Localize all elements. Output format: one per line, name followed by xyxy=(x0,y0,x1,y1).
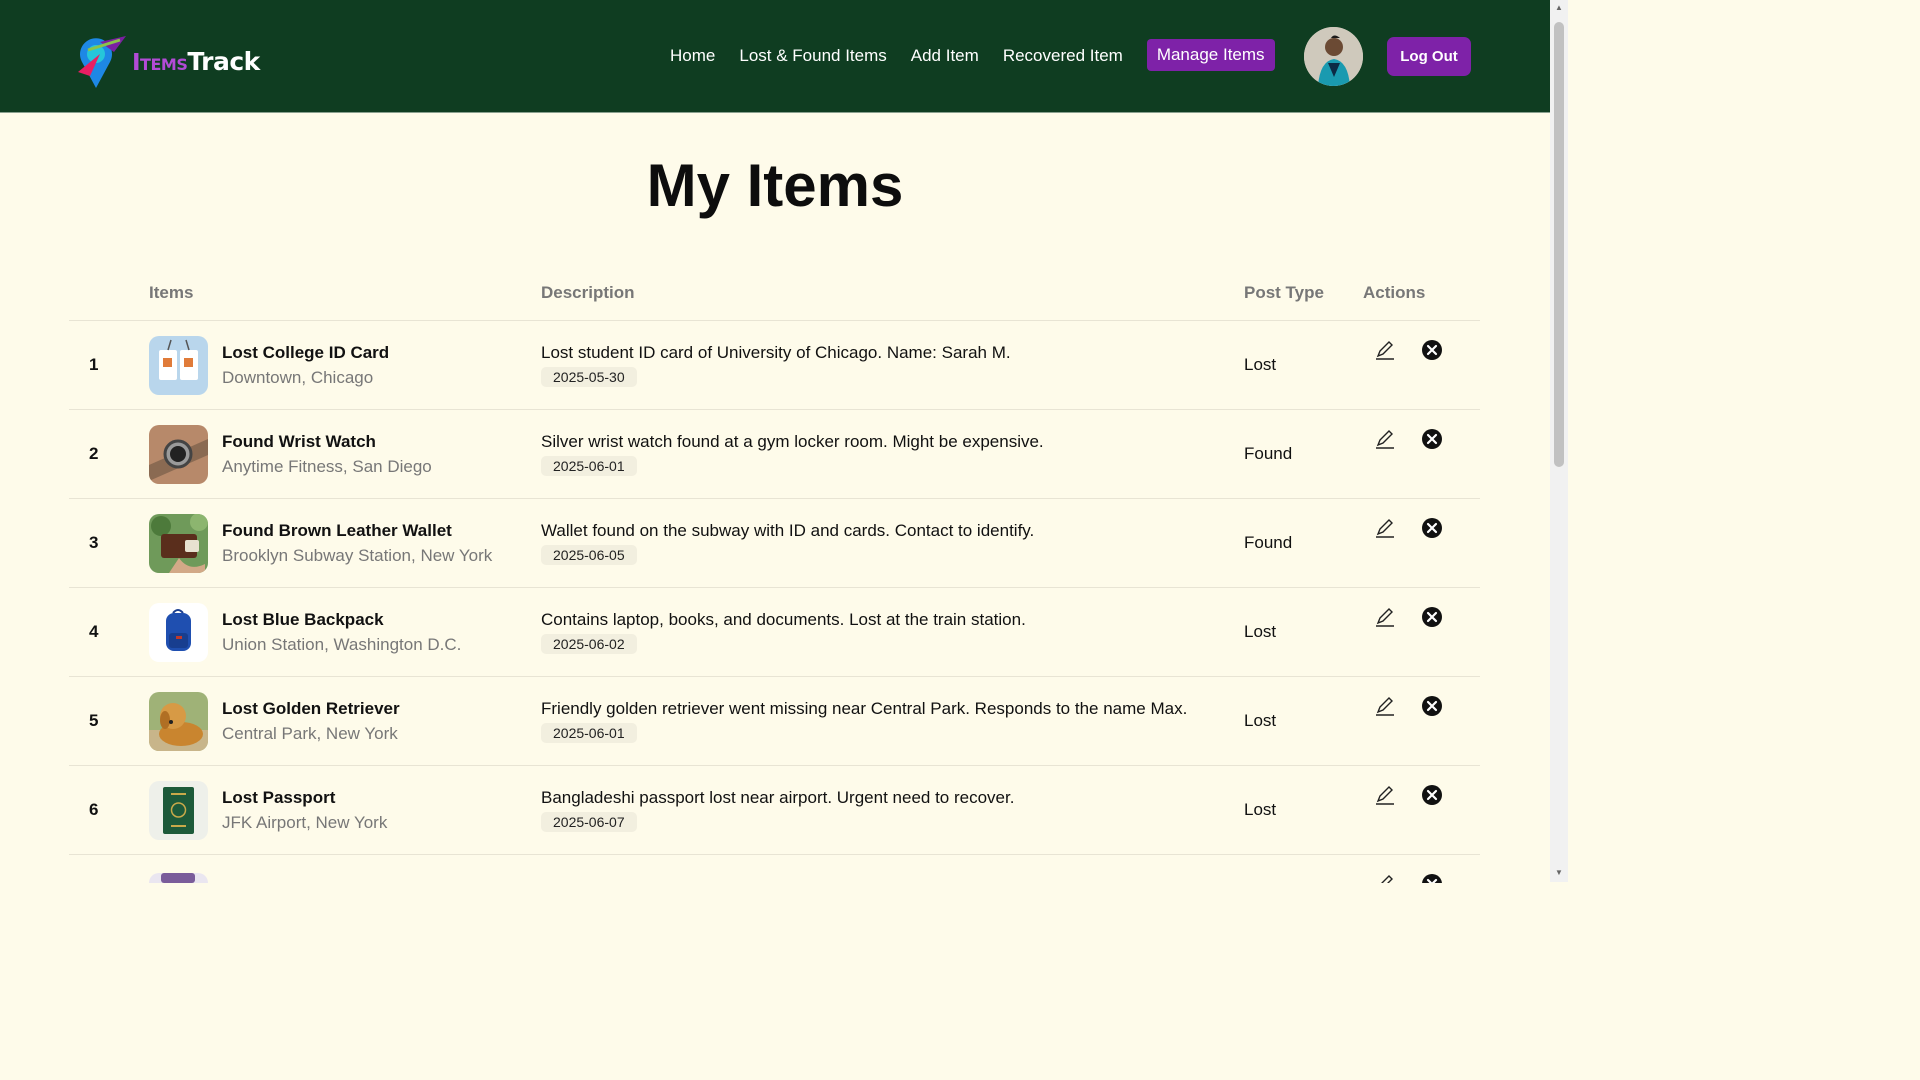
pencil-icon[interactable] xyxy=(1374,428,1396,450)
header-post-type: Post Type xyxy=(1244,283,1324,302)
item-post-type: Lost xyxy=(1244,800,1277,819)
page-title: My Items xyxy=(646,152,904,219)
item-date: 2025-06-07 xyxy=(541,812,637,832)
item-name: Lost Blue Backpack xyxy=(222,610,384,629)
item-name: Lost Golden Retriever xyxy=(222,699,400,718)
item-post-type: Lost xyxy=(1244,711,1277,730)
item-description: Silver wrist watch found at a gym locker… xyxy=(541,432,1044,451)
item-name: Found Wrist Watch xyxy=(222,432,376,451)
item-post-type: Found xyxy=(1244,444,1293,463)
scrollbar-thumb[interactable] xyxy=(1554,22,1564,467)
item-thumbnail xyxy=(149,425,208,484)
close-circle-icon[interactable] xyxy=(1421,428,1443,450)
close-circle-icon[interactable] xyxy=(1421,339,1443,361)
passport-icon xyxy=(149,781,208,840)
table-row: 5 Lost Golden Retriever Central Park, Ne… xyxy=(69,677,1480,766)
item-thumbnail xyxy=(149,781,208,840)
map-pin-rocket-icon xyxy=(78,36,126,88)
item-location: JFK Airport, New York xyxy=(222,813,388,832)
wrist-watch-icon xyxy=(149,425,208,484)
item-description: Friendly golden retriever went missing n… xyxy=(541,699,1188,718)
item-date: 2025-06-01 xyxy=(541,456,637,476)
row-number: 1 xyxy=(89,355,99,374)
item-post-type: Lost xyxy=(1244,622,1277,641)
scrollbar[interactable]: ▲ ▼ xyxy=(1550,0,1568,882)
brand-part2: Track xyxy=(187,46,260,76)
item-post-type: Found xyxy=(1244,533,1293,552)
pencil-icon[interactable] xyxy=(1374,517,1396,539)
backpack-icon xyxy=(149,603,208,662)
close-circle-icon[interactable] xyxy=(1421,695,1443,717)
pencil-icon[interactable] xyxy=(1374,606,1396,628)
nav-links: Home Lost & Found Items Add Item Recover… xyxy=(670,39,1299,71)
table-row: 2 Found Wrist Watch Anytime Fitness, San… xyxy=(69,410,1480,499)
item-thumbnail xyxy=(149,603,208,662)
row-number: 3 xyxy=(89,533,99,552)
logout-button[interactable]: Log Out xyxy=(1387,37,1471,76)
brand-part1: Items xyxy=(132,49,188,76)
item-thumbnail xyxy=(149,514,208,573)
items-table: Items Description Post Type Actions 1 Lo… xyxy=(69,265,1480,883)
item-location: Anytime Fitness, San Diego xyxy=(222,457,432,476)
row-number: 6 xyxy=(89,800,99,819)
pencil-icon[interactable] xyxy=(1374,784,1396,806)
nav-home[interactable]: Home xyxy=(670,46,715,66)
item-post-type: Lost xyxy=(1244,355,1277,374)
item-date: 2025-06-02 xyxy=(541,634,637,654)
avatar[interactable] xyxy=(1304,27,1363,86)
pencil-icon[interactable] xyxy=(1374,339,1396,361)
nav-add-item[interactable]: Add Item xyxy=(911,46,979,66)
header-actions: Actions xyxy=(1363,283,1426,302)
brand-logo[interactable]: ItemsTrack xyxy=(70,32,260,90)
id-card-icon xyxy=(149,336,208,395)
scroll-down-icon[interactable]: ▼ xyxy=(1554,868,1564,878)
close-circle-icon[interactable] xyxy=(1421,517,1443,539)
item-name: Lost College ID Card xyxy=(222,343,390,362)
row-number: 2 xyxy=(89,444,99,463)
row-number: 5 xyxy=(89,711,99,730)
item-location: Downtown, Chicago xyxy=(222,368,374,387)
item-thumbnail xyxy=(149,336,208,395)
item-thumbnail xyxy=(149,873,208,883)
table-row: 3 Found Brown Leather Wallet Brooklyn Su… xyxy=(69,499,1480,588)
item-date: 2025-06-01 xyxy=(541,723,637,743)
item-thumbnail xyxy=(149,692,208,751)
nav-lost-found-items[interactable]: Lost & Found Items xyxy=(739,46,886,66)
table-row xyxy=(69,855,1480,883)
table-row: 4 Lost Blue Backpack Union Station, Wash… xyxy=(69,588,1480,677)
item-name: Lost Passport xyxy=(222,788,336,807)
item-description: Wallet found on the subway with ID and c… xyxy=(541,521,1035,540)
item-location: Central Park, New York xyxy=(222,724,398,743)
item-name: Found Brown Leather Wallet xyxy=(222,521,452,540)
close-circle-icon[interactable] xyxy=(1421,873,1443,883)
user-avatar-icon xyxy=(1304,27,1363,86)
nav-recovered-item[interactable]: Recovered Item xyxy=(1003,46,1123,66)
row-number: 4 xyxy=(89,622,99,641)
item-description: Bangladeshi passport lost near airport. … xyxy=(541,788,1015,807)
item-description: Contains laptop, books, and documents. L… xyxy=(541,610,1026,629)
table-row: 6 Lost Passport JFK Airport, New York Ba… xyxy=(69,766,1480,855)
phone-icon xyxy=(149,873,208,883)
item-date: 2025-05-30 xyxy=(541,367,637,387)
navbar: ItemsTrack Home Lost & Found Items Add I… xyxy=(0,0,1550,113)
table-header: Items Description Post Type Actions xyxy=(69,265,1480,321)
item-date: 2025-06-05 xyxy=(541,545,637,565)
wallet-icon xyxy=(149,514,208,573)
nav-manage-items[interactable]: Manage Items xyxy=(1146,39,1275,71)
close-circle-icon[interactable] xyxy=(1421,784,1443,806)
dog-icon xyxy=(149,692,208,751)
item-location: Union Station, Washington D.C. xyxy=(222,635,462,654)
header-description: Description xyxy=(541,283,635,302)
item-description: Lost student ID card of University of Ch… xyxy=(541,343,1011,362)
close-circle-icon[interactable] xyxy=(1421,606,1443,628)
table-row: 1 Lost College ID Card Downtown, Chicago… xyxy=(69,321,1480,410)
pencil-icon[interactable] xyxy=(1374,873,1396,883)
pencil-icon[interactable] xyxy=(1374,695,1396,717)
header-items: Items xyxy=(149,283,194,302)
item-location: Brooklyn Subway Station, New York xyxy=(222,546,493,565)
scroll-up-icon[interactable]: ▲ xyxy=(1554,3,1564,13)
